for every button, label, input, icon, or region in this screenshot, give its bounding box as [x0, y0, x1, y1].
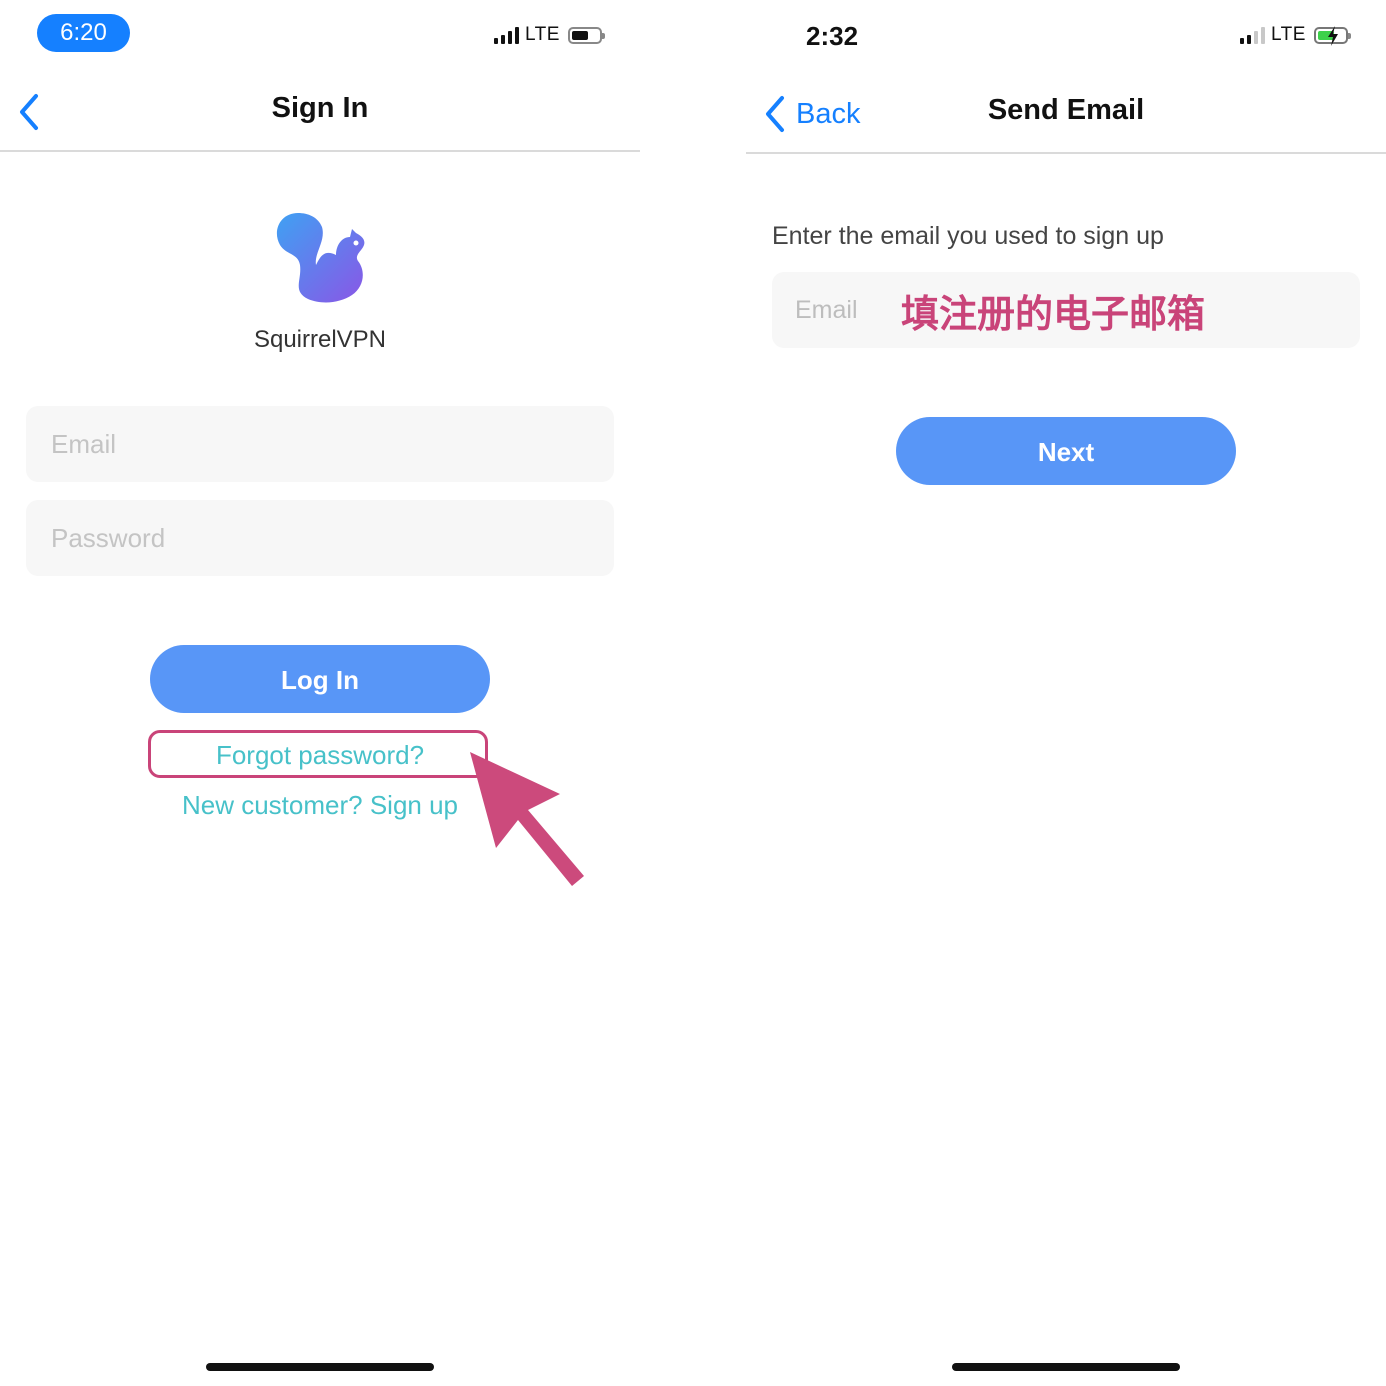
email-field[interactable] — [26, 406, 618, 482]
status-indicators: LTE — [494, 22, 605, 48]
signal-icon — [494, 26, 519, 44]
nav-bar: Sign In — [0, 80, 640, 152]
password-field[interactable] — [26, 500, 618, 576]
home-indicator — [952, 1363, 1180, 1371]
home-indicator — [206, 1363, 434, 1371]
signal-icon — [1240, 26, 1265, 44]
bolt-icon — [1327, 25, 1338, 46]
next-button[interactable]: Next — [896, 417, 1236, 485]
battery-icon — [567, 26, 605, 44]
email-field[interactable]: Email 填注册的电子邮箱 — [772, 272, 1360, 348]
status-time: 2:32 — [806, 21, 859, 51]
network-label: LTE — [1271, 24, 1306, 45]
login-button[interactable]: Log In — [150, 645, 490, 713]
status-time: 6:20 — [37, 14, 130, 52]
forgot-password-highlight — [148, 730, 488, 778]
password-input[interactable] — [49, 522, 618, 555]
status-indicators: LTE — [1240, 22, 1351, 48]
battery-charging-icon — [1313, 25, 1351, 46]
email-prompt: Enter the email you used to sign up — [772, 222, 1164, 250]
page-title: Send Email — [987, 94, 1145, 126]
nav-bar: Back Send Email — [746, 82, 1386, 154]
page-title: Sign In — [271, 92, 369, 124]
email-annotation: 填注册的电子邮箱 — [901, 293, 1206, 336]
send-email-screen: 2:32 LTE Back Send Email Enter the email… — [746, 0, 1386, 1386]
arrow-icon — [470, 752, 584, 886]
app-name: SquirrelVPN — [253, 326, 387, 353]
email-input[interactable] — [49, 428, 618, 461]
squirrel-logo-icon — [276, 213, 365, 303]
email-placeholder: Email — [795, 295, 858, 324]
sign-in-screen: 6:20 LTE Sign In SquirrelVPN Log In — [0, 0, 640, 1386]
network-label: LTE — [525, 24, 560, 45]
